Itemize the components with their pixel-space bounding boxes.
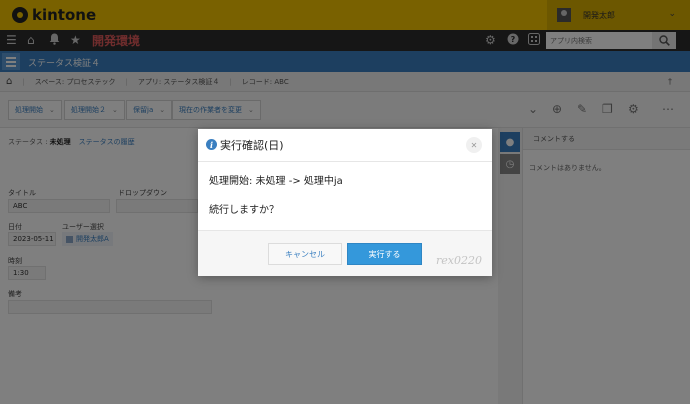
dialog-question: 続行しますか？ [209, 205, 279, 216]
dialog-header: i 実行確認(日) ✕ [198, 129, 492, 162]
dialog-footer: キャンセル 実行する rex0220 [198, 230, 492, 276]
info-icon: i [206, 139, 217, 150]
confirm-dialog: i 実行確認(日) ✕ 処理開始: 未処理 -> 処理中ja 続行しますか？ キ… [198, 129, 492, 276]
cancel-button[interactable]: キャンセル [268, 243, 342, 265]
close-button[interactable]: ✕ [466, 137, 482, 153]
watermark: rex0220 [436, 254, 482, 267]
dialog-title: 実行確認(日) [220, 139, 284, 152]
dialog-message: 処理開始: 未処理 -> 処理中ja [209, 176, 343, 187]
execute-button[interactable]: 実行する [347, 243, 422, 265]
